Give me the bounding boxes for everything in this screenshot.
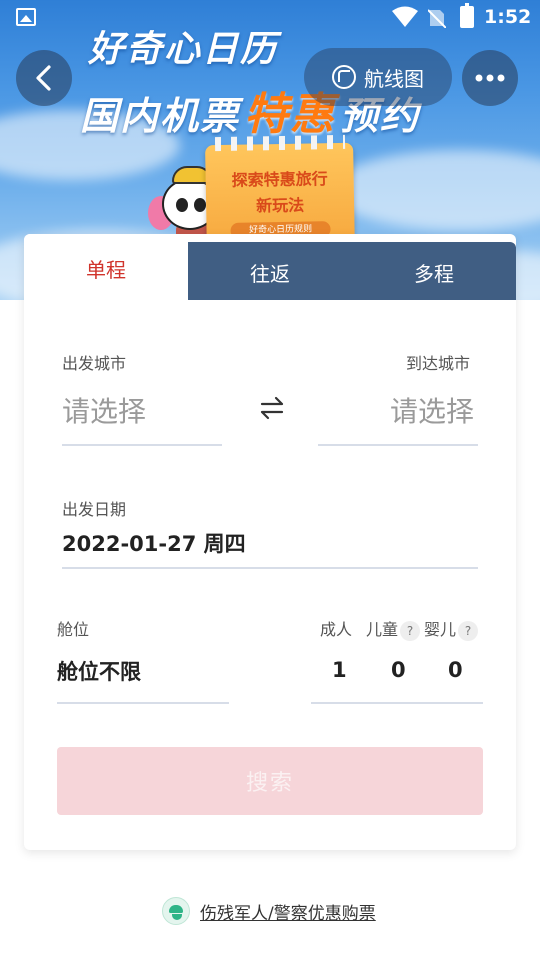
passenger-underline — [311, 702, 483, 704]
more-button[interactable] — [462, 50, 518, 106]
status-time: 1:52 — [484, 6, 532, 28]
cloud-decoration — [330, 150, 540, 230]
trip-type-tabs: 单程 往返 多程 — [24, 234, 516, 302]
departure-date-label: 出发日期 — [62, 500, 127, 519]
cabin-underline — [57, 702, 229, 704]
image-notification-icon — [16, 8, 36, 26]
from-city-field[interactable]: 请选择 — [62, 390, 146, 430]
globe-icon — [332, 65, 356, 89]
chevron-left-icon — [36, 65, 51, 91]
infant-label: 婴儿 — [424, 620, 457, 639]
back-button[interactable] — [16, 50, 72, 106]
flight-search-card: 单程 往返 多程 出发城市 请选择 到达城市 请选择 出发日期 2022-01-… — [24, 234, 516, 850]
to-city-label: 到达城市 — [406, 354, 471, 373]
police-cap-icon — [162, 897, 190, 925]
banner-title-line1: 好奇心日历 — [88, 29, 279, 70]
child-label-group: 儿童? — [366, 616, 421, 641]
infant-help-icon[interactable]: ? — [458, 620, 479, 641]
veteran-police-discount-link[interactable]: 伤残军人/警察优惠购票 — [162, 896, 376, 926]
to-city-underline — [318, 444, 478, 446]
calendar-promo-line1: 探索特惠旅行 — [231, 169, 328, 190]
calendar-promo-line2: 新玩法 — [255, 195, 305, 216]
child-label: 儿童 — [366, 620, 399, 639]
no-sim-icon — [428, 9, 446, 28]
tab-round-trip[interactable]: 往返 — [188, 242, 352, 302]
infant-count[interactable]: 0 — [448, 658, 463, 682]
swap-cities-icon[interactable] — [258, 396, 286, 420]
adult-count[interactable]: 1 — [332, 658, 347, 682]
adult-label: 成人 — [320, 620, 353, 639]
route-map-label: 航线图 — [364, 66, 424, 91]
infant-label-group: 婴儿? — [424, 616, 479, 641]
route-map-button[interactable]: 航线图 — [304, 48, 452, 106]
search-button[interactable]: 搜索 — [57, 747, 483, 815]
cabin-label: 舱位 — [57, 620, 90, 639]
panda-eye — [194, 198, 206, 212]
battery-icon — [460, 3, 474, 28]
departure-date-underline — [62, 567, 478, 569]
from-city-underline — [62, 444, 222, 446]
child-help-icon[interactable]: ? — [400, 620, 421, 641]
child-count[interactable]: 0 — [391, 658, 406, 682]
departure-date-field[interactable]: 2022-01-27 周四 — [62, 528, 246, 558]
tab-one-way[interactable]: 单程 — [24, 234, 188, 302]
more-dots-icon — [475, 74, 505, 82]
banner-title-prefix: 国内机票 — [80, 94, 241, 138]
to-city-field[interactable]: 请选择 — [390, 390, 474, 430]
discount-link-text[interactable]: 伤残军人/警察优惠购票 — [200, 899, 376, 924]
cabin-select[interactable]: 舱位不限 — [57, 656, 141, 686]
from-city-label: 出发城市 — [62, 354, 127, 373]
tab-multi-city[interactable]: 多程 — [352, 242, 516, 302]
calendar-rings — [214, 134, 346, 152]
wifi-icon — [392, 6, 418, 27]
panda-eye — [176, 198, 188, 212]
